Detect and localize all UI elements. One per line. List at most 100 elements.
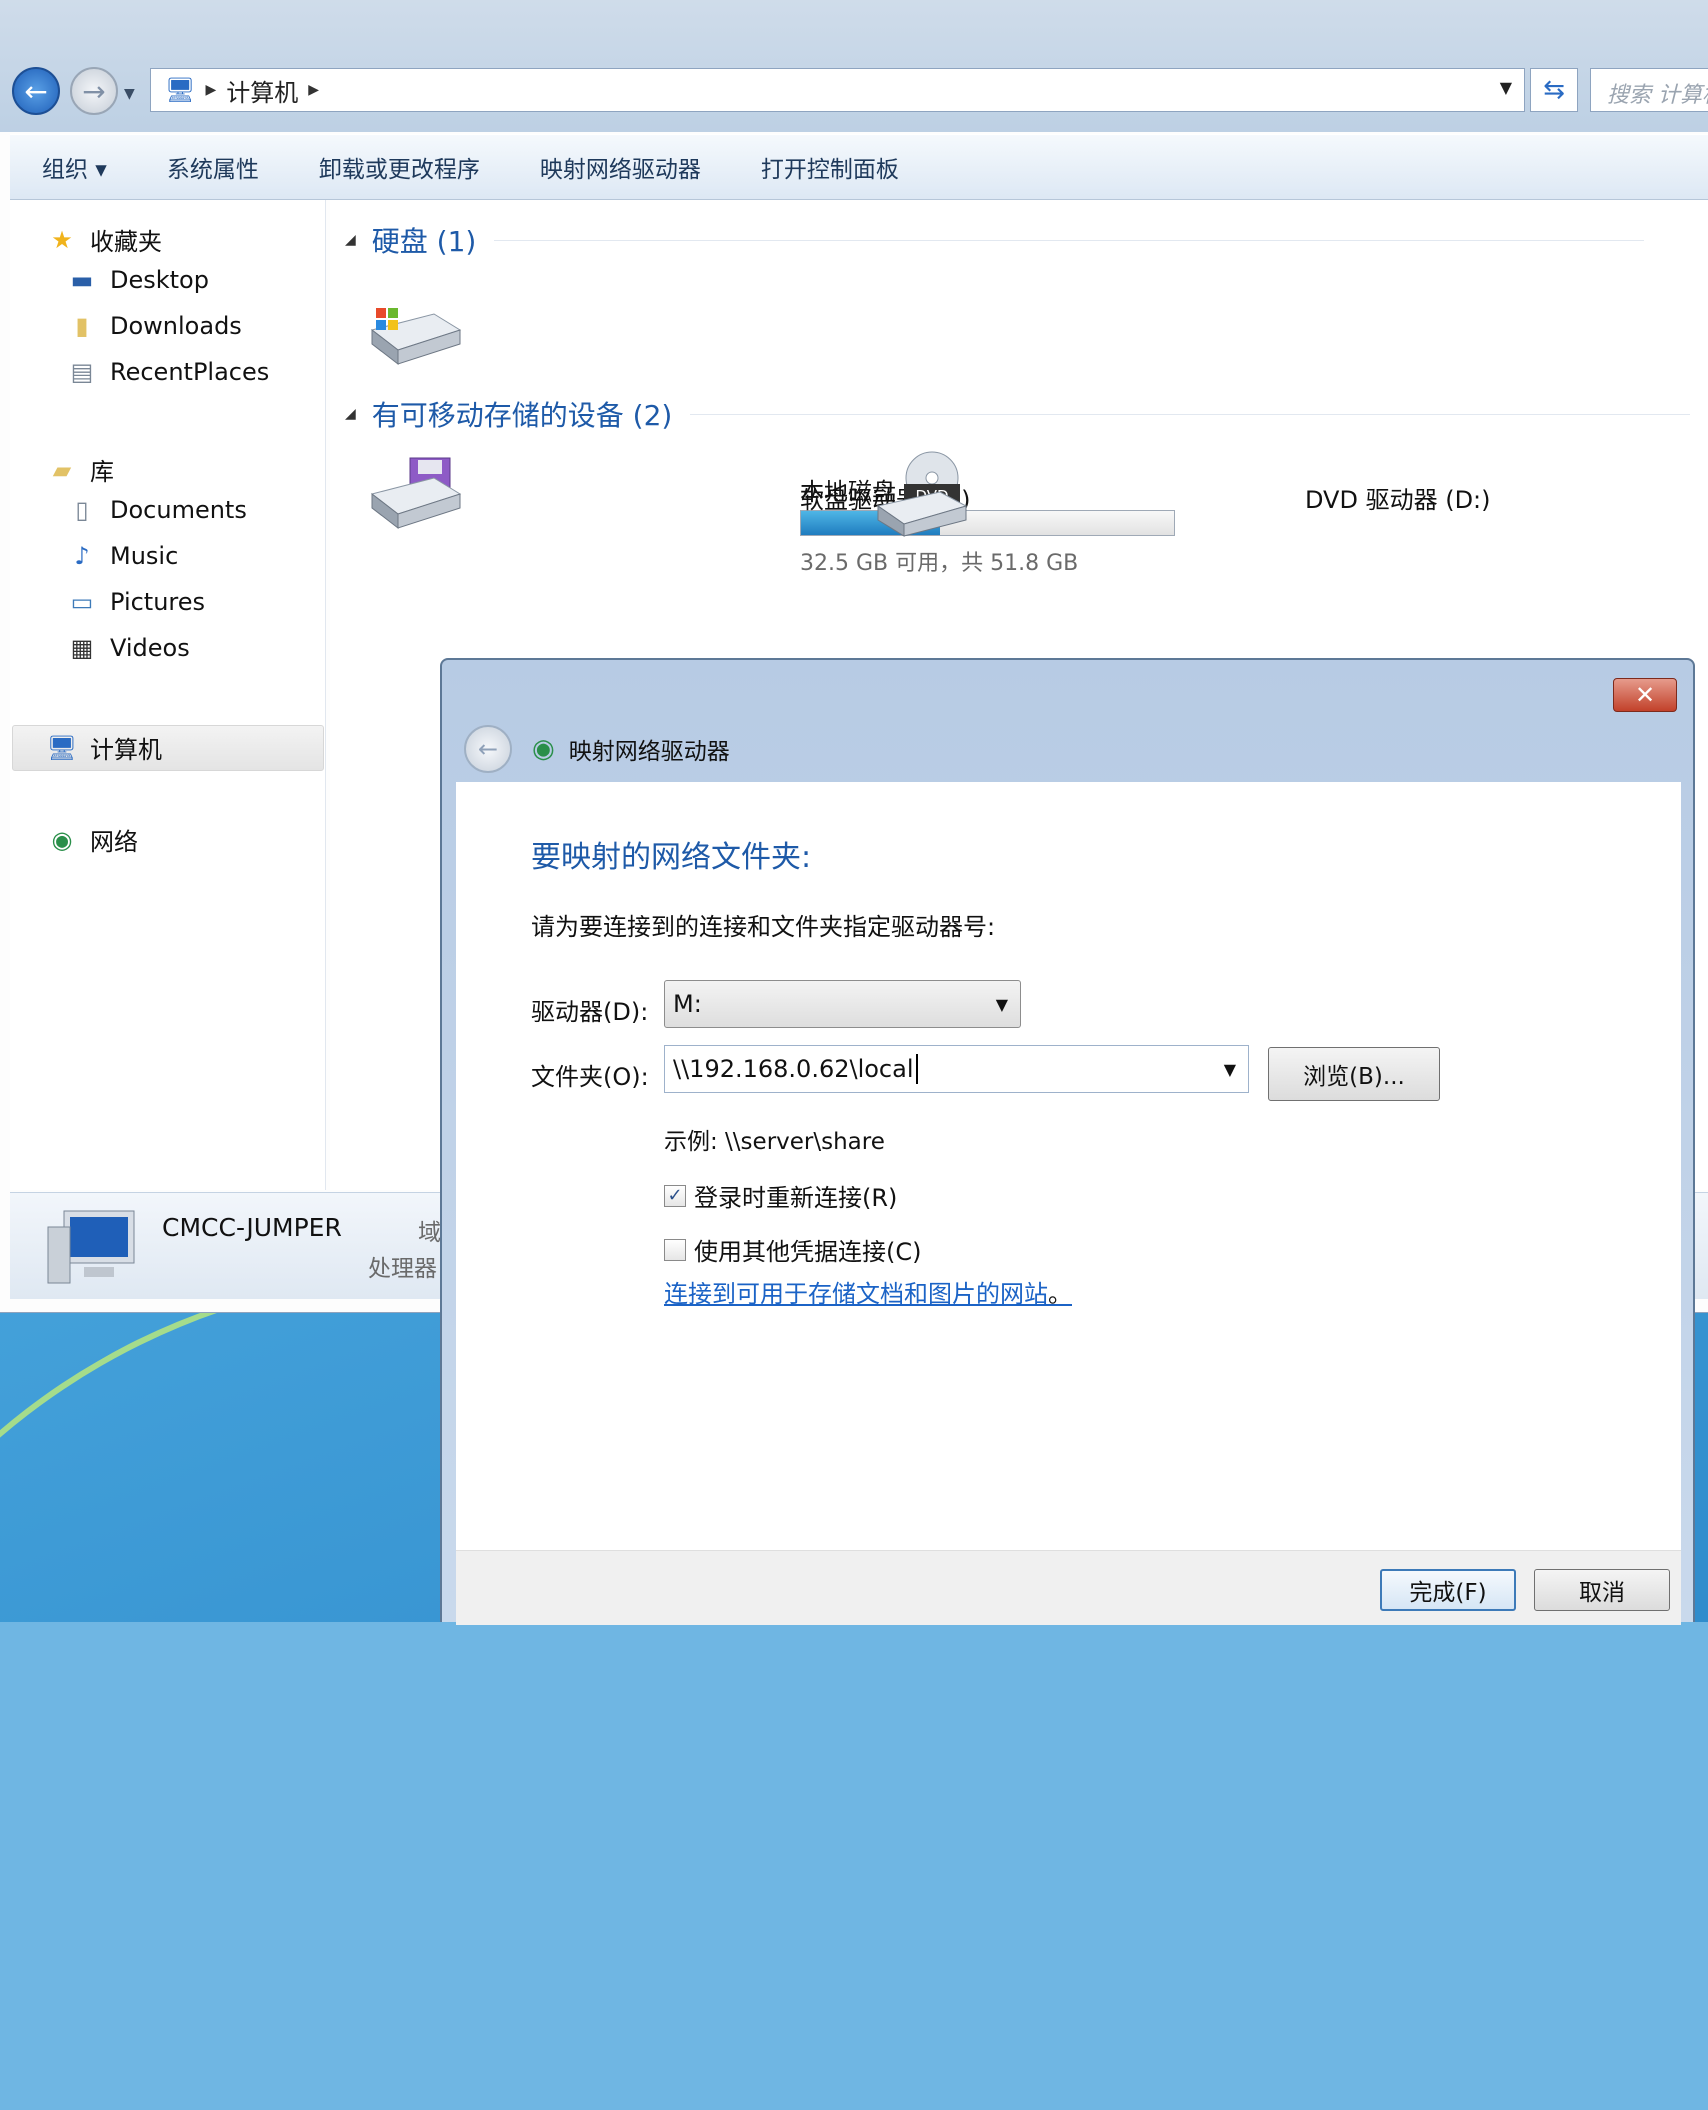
collapse-triangle-icon[interactable]: ◢ [345, 232, 356, 248]
folder-icon: ▮ [75, 312, 89, 340]
drive-d-name[interactable]: DVD 驱动器 (D:) [1305, 480, 1491, 515]
film-icon: ▦ [70, 634, 94, 662]
computer-icon: 🖥 [46, 733, 78, 762]
nav-item-label: Downloads [110, 312, 242, 340]
drive-label: 驱动器(D): [531, 998, 649, 1026]
command-bar: 组织 ▾ 系统属性 卸载或更改程序 映射网络驱动器 打开控制面板 [10, 134, 1708, 200]
nav-item-videos[interactable]: ▦ Videos [66, 634, 190, 662]
dropdown-arrow-icon[interactable]: ▼ [1224, 1060, 1236, 1079]
browse-button[interactable]: 浏览(B)... [1268, 1047, 1440, 1101]
search-input[interactable]: 搜索 计算机 [1590, 68, 1708, 112]
computer-icon [47, 1210, 135, 1284]
example-text: 示例: \\server\share [664, 1129, 885, 1155]
nav-item-label: Music [110, 542, 179, 570]
drive-letter-select[interactable]: M: ▼ [664, 980, 1021, 1028]
arrow-left-icon: ← [24, 74, 48, 108]
dialog-title-text: 映射网络驱动器 [568, 739, 730, 765]
dialog-instruction: 请为要连接到的连接和文件夹指定驱动器号: [531, 913, 996, 941]
music-icon: ♪ [74, 542, 90, 570]
reconnect-label: 登录时重新连接(R) [694, 1184, 898, 1212]
finish-button[interactable]: 完成(F) [1380, 1569, 1516, 1611]
address-bar[interactable]: 🖥 ▶ 计算机 ▶ ▼ [150, 68, 1525, 112]
nav-network-label: 网络 [90, 828, 138, 856]
nav-item-documents[interactable]: ▯ Documents [66, 496, 246, 524]
folder-path-input[interactable]: \\192.168.0.62\local ▼ [664, 1045, 1249, 1093]
nav-computer-label: 计算机 [90, 736, 162, 764]
library-icon: ▰ [52, 455, 72, 484]
dialog-body: 要映射的网络文件夹: 请为要连接到的连接和文件夹指定驱动器号: 驱动器(D): … [456, 782, 1681, 1550]
map-network-drive-button[interactable]: 映射网络驱动器 [540, 150, 701, 184]
dialog-back-button[interactable]: ← [464, 725, 512, 773]
hard-drive-icon[interactable] [364, 300, 464, 370]
forward-button[interactable]: → [70, 67, 118, 115]
star-icon: ★ [51, 225, 73, 254]
drive-letter-value: M: [673, 990, 702, 1018]
nav-network[interactable]: ◉ 网络 [46, 822, 138, 857]
breadcrumb-chevron-icon[interactable]: ▶ [205, 82, 216, 98]
nav-item-music[interactable]: ♪ Music [66, 542, 178, 570]
floppy-drive-icon[interactable] [364, 454, 464, 534]
breadcrumb-computer[interactable]: 计算机 [226, 73, 298, 108]
collapse-triangle-icon[interactable]: ◢ [345, 406, 356, 422]
reconnect-checkbox-row[interactable]: ✓ 登录时重新连接(R) [664, 1178, 897, 1213]
group-divider [494, 239, 1645, 241]
nav-libraries[interactable]: ▰ 库 [46, 452, 114, 487]
system-properties-button[interactable]: 系统属性 [167, 150, 259, 184]
other-credentials-checkbox-row[interactable]: 使用其他凭据连接(C) [664, 1232, 921, 1267]
open-control-panel-button[interactable]: 打开控制面板 [761, 150, 899, 184]
group-removable-storage[interactable]: ◢ 有可移动存储的设备 (2) [345, 394, 1691, 434]
recent-pages-dropdown-icon[interactable]: ▼ [124, 86, 135, 102]
nav-libraries-label: 库 [90, 458, 114, 486]
close-button[interactable]: ✕ [1613, 678, 1677, 712]
folder-label: 文件夹(O): [531, 1063, 649, 1091]
other-credentials-checkbox[interactable] [664, 1238, 686, 1261]
folder-path-value: \\192.168.0.62\local [673, 1055, 914, 1083]
explorer-titlebar: ← → ▼ 🖥 ▶ 计算机 ▶ ▼ ⇆ 搜索 计算机 [0, 0, 1708, 132]
uninstall-program-button[interactable]: 卸载或更改程序 [319, 150, 480, 184]
text-caret [915, 1054, 918, 1084]
computer-name: CMCC-JUMPER [162, 1213, 342, 1242]
nav-item-downloads[interactable]: ▮ Downloads [66, 312, 242, 340]
picture-icon: ▭ [70, 588, 94, 616]
domain-label: 域 [418, 1220, 441, 1246]
dvd-drive-icon[interactable]: DVD [870, 450, 970, 540]
group-title: 硬盘 (1) [371, 225, 477, 258]
arrow-right-icon: → [82, 74, 106, 108]
desktop-icon: ▬ [70, 266, 94, 294]
document-icon: ▯ [75, 496, 89, 524]
dialog-footer: 完成(F) 取消 [456, 1550, 1681, 1625]
cancel-button[interactable]: 取消 [1534, 1569, 1670, 1611]
nav-item-label: RecentPlaces [110, 358, 270, 386]
address-dropdown-icon[interactable]: ▼ [1500, 78, 1512, 97]
group-title: 有可移动存储的设备 (2) [371, 399, 673, 432]
nav-item-pictures[interactable]: ▭ Pictures [66, 588, 205, 616]
drive-c-free-space: 32.5 GB 可用，共 51.8 GB [800, 551, 1079, 576]
network-drive-icon: ◉ [532, 734, 555, 764]
nav-item-recentplaces[interactable]: ▤ RecentPlaces [66, 358, 270, 386]
map-network-drive-dialog: ✕ ← ◉ 映射网络驱动器 要映射的网络文件夹: 请为要连接到的连接和文件夹指定… [440, 658, 1695, 1625]
dialog-title: ◉ 映射网络驱动器 [532, 732, 730, 766]
nav-item-label: Pictures [110, 588, 206, 616]
nav-item-label: Videos [110, 634, 190, 662]
recent-places-icon: ▤ [70, 358, 94, 386]
nav-computer[interactable]: 🖥 计算机 [46, 730, 162, 765]
storage-website-link[interactable]: 连接到可用于存储文档和图片的网站。 [664, 1274, 1072, 1309]
processor-label: 处理器 [368, 1256, 437, 1282]
nav-item-desktop[interactable]: ▬ Desktop [66, 266, 209, 294]
nav-favorites-label: 收藏夹 [90, 228, 162, 256]
storage-website-link-text[interactable]: 连接到可用于存储文档和图片的网站 [664, 1280, 1048, 1308]
breadcrumb-chevron-icon[interactable]: ▶ [308, 82, 319, 98]
group-divider [690, 413, 1691, 415]
other-credentials-label: 使用其他凭据连接(C) [694, 1238, 922, 1266]
refresh-icon: ⇆ [1543, 75, 1565, 105]
group-hard-disks[interactable]: ◢ 硬盘 (1) [345, 220, 1645, 260]
reconnect-checkbox[interactable]: ✓ [664, 1184, 686, 1207]
nav-favorites[interactable]: ★ 收藏夹 [46, 222, 162, 257]
dropdown-arrow-icon[interactable]: ▼ [996, 995, 1008, 1014]
link-suffix: 。 [1048, 1280, 1072, 1308]
organize-menu[interactable]: 组织 ▾ [42, 150, 107, 184]
refresh-button[interactable]: ⇆ [1530, 68, 1578, 112]
network-icon: ◉ [51, 825, 73, 854]
back-button[interactable]: ← [12, 67, 60, 115]
arrow-left-icon: ← [477, 735, 499, 763]
